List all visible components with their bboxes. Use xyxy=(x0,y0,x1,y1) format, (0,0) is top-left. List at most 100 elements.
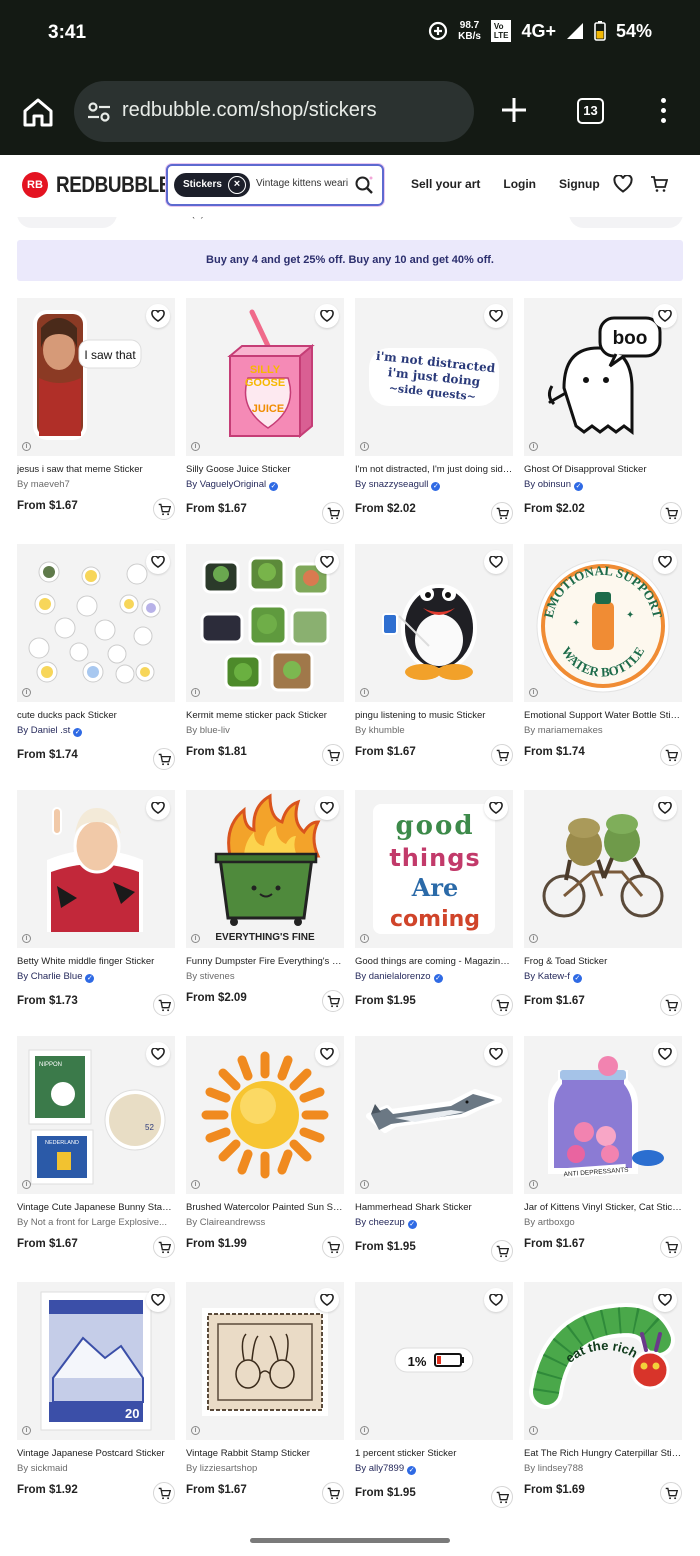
product-artist[interactable]: By lindsey788 xyxy=(524,1463,682,1474)
product-artist[interactable]: By ally7899 ✓ xyxy=(355,1463,513,1475)
product-artist[interactable]: By Not a front for Large Explosive... xyxy=(17,1217,175,1228)
product-title[interactable]: Eat The Rich Hungry Caterpillar Sticker xyxy=(524,1448,682,1459)
add-to-cart-button[interactable] xyxy=(153,1482,175,1504)
favorite-heart-icon[interactable] xyxy=(653,1288,677,1312)
add-to-cart-button[interactable] xyxy=(322,1236,344,1258)
favorite-heart-icon[interactable] xyxy=(315,796,339,820)
product-title[interactable]: Ghost Of Disapproval Sticker xyxy=(524,464,682,475)
add-to-cart-button[interactable] xyxy=(660,502,682,524)
product-image[interactable]: SILLY GOOSE JUICE i xyxy=(186,298,344,456)
product-title[interactable]: 1 percent sticker Sticker xyxy=(355,1448,513,1459)
search-input[interactable]: Vintage kittens weari xyxy=(256,178,351,189)
info-icon[interactable]: i xyxy=(529,688,538,697)
add-to-cart-button[interactable] xyxy=(660,744,682,766)
favorite-heart-icon[interactable] xyxy=(146,1288,170,1312)
product-card[interactable]: i Frog & Toad Sticker By Katew-f ✓ From $… xyxy=(524,790,682,1036)
product-artist[interactable]: By blue-liv xyxy=(186,725,344,736)
product-artist[interactable]: By snazzyseagull ✓ xyxy=(355,479,513,491)
product-image[interactable]: boo i xyxy=(524,298,682,456)
add-to-cart-button[interactable] xyxy=(660,994,682,1016)
product-image[interactable]: EVERYTHING'S FINE i xyxy=(186,790,344,948)
search-box[interactable]: Stickers × Vintage kittens weari xyxy=(166,164,384,206)
product-card[interactable]: i cute ducks pack Sticker By Daniel .st ✓… xyxy=(17,544,175,790)
favorite-heart-icon[interactable] xyxy=(146,796,170,820)
product-image[interactable]: i xyxy=(186,1282,344,1440)
address-bar[interactable]: redbubble.com/shop/stickers xyxy=(74,81,474,142)
favorite-heart-icon[interactable] xyxy=(315,1042,339,1066)
favorite-heart-icon[interactable] xyxy=(484,1042,508,1066)
home-icon[interactable] xyxy=(18,92,58,132)
info-icon[interactable]: i xyxy=(22,1180,31,1189)
search-category-chip[interactable]: Stickers × xyxy=(174,173,250,197)
product-title[interactable]: Funny Dumpster Fire Everything's Fine St… xyxy=(186,956,344,967)
product-image[interactable]: i xyxy=(17,544,175,702)
site-settings-icon[interactable] xyxy=(86,99,112,125)
redbubble-logo[interactable]: RB REDBUBBLE xyxy=(22,172,190,198)
product-title[interactable]: Kermit meme sticker pack Sticker xyxy=(186,710,344,721)
product-card[interactable]: NIPPON 52 NEDERLAND i Vintage Cute Japan… xyxy=(17,1036,175,1282)
product-card[interactable]: i pingu listening to music Sticker By kh… xyxy=(355,544,513,790)
product-title[interactable]: Emotional Support Water Bottle Sticker xyxy=(524,710,682,721)
product-title[interactable]: Vintage Japanese Postcard Sticker xyxy=(17,1448,175,1459)
sort-dropdown[interactable]: Most Relevant xyxy=(569,217,683,228)
product-card[interactable]: EMOTIONAL SUPPORT WATER BOTTLE ✦ ✦ i Emot… xyxy=(524,544,682,790)
product-title[interactable]: Frog & Toad Sticker xyxy=(524,956,682,967)
product-card[interactable]: 20 i Vintage Japanese Postcard Sticker B… xyxy=(17,1282,175,1528)
gesture-home-bar[interactable] xyxy=(250,1538,450,1543)
info-icon[interactable]: i xyxy=(22,688,31,697)
tab-switcher-button[interactable]: 13 xyxy=(577,98,604,124)
product-title[interactable]: Silly Goose Juice Sticker xyxy=(186,464,344,475)
product-title[interactable]: pingu listening to music Sticker xyxy=(355,710,513,721)
product-card[interactable]: SILLY GOOSE JUICE i Silly Goose Juice St… xyxy=(186,298,344,544)
favorite-heart-icon[interactable] xyxy=(653,1042,677,1066)
signup-link[interactable]: Signup xyxy=(559,177,600,191)
add-to-cart-button[interactable] xyxy=(153,1236,175,1258)
info-icon[interactable]: i xyxy=(191,1180,200,1189)
product-artist[interactable]: By Claireandrewss xyxy=(186,1217,344,1228)
favorite-heart-icon[interactable] xyxy=(315,550,339,574)
filters-button[interactable]: Filters (2) xyxy=(130,217,240,228)
add-to-cart-button[interactable] xyxy=(153,498,175,520)
all-stickers-button[interactable]: All Stickers xyxy=(17,217,117,228)
product-artist[interactable]: By mariamemakes xyxy=(524,725,682,736)
product-card[interactable]: i Betty White middle finger Sticker By C… xyxy=(17,790,175,1036)
info-icon[interactable]: i xyxy=(360,1180,369,1189)
product-title[interactable]: jesus i saw that meme Sticker xyxy=(17,464,175,475)
product-image[interactable]: i xyxy=(355,1036,513,1194)
product-card[interactable]: i Kermit meme sticker pack Sticker By bl… xyxy=(186,544,344,790)
add-to-cart-button[interactable] xyxy=(660,1482,682,1504)
info-icon[interactable]: i xyxy=(191,934,200,943)
product-card[interactable]: i Brushed Watercolor Painted Sun Sticker… xyxy=(186,1036,344,1282)
product-card[interactable]: i Hammerhead Shark Sticker By cheezup ✓ F… xyxy=(355,1036,513,1282)
product-artist[interactable]: By Charlie Blue ✓ xyxy=(17,971,175,983)
product-image[interactable]: i xyxy=(186,1036,344,1194)
product-image[interactable]: i xyxy=(17,790,175,948)
sell-your-art-link[interactable]: Sell your art xyxy=(411,177,480,191)
info-icon[interactable]: i xyxy=(360,442,369,451)
favorite-heart-icon[interactable] xyxy=(653,304,677,328)
favorite-heart-icon[interactable] xyxy=(315,304,339,328)
product-artist[interactable]: By stivenes xyxy=(186,971,344,982)
info-icon[interactable]: i xyxy=(360,688,369,697)
product-artist[interactable]: By danielalorenzo ✓ xyxy=(355,971,513,983)
search-icon[interactable] xyxy=(354,175,374,195)
favorite-heart-icon[interactable] xyxy=(315,1288,339,1312)
url-text[interactable]: redbubble.com/shop/stickers xyxy=(122,99,377,122)
product-image[interactable]: 1% i xyxy=(355,1282,513,1440)
product-card[interactable]: i Vintage Rabbit Stamp Sticker By lizzie… xyxy=(186,1282,344,1528)
add-to-cart-button[interactable] xyxy=(491,1240,513,1262)
add-to-cart-button[interactable] xyxy=(322,744,344,766)
product-artist[interactable]: By obinsun ✓ xyxy=(524,479,682,491)
login-link[interactable]: Login xyxy=(503,177,536,191)
product-card[interactable]: boo i Ghost Of Disapproval Sticker By ob… xyxy=(524,298,682,544)
product-card[interactable]: I saw that i jesus i saw that meme Stick… xyxy=(17,298,175,544)
info-icon[interactable]: i xyxy=(22,1426,31,1435)
product-artist[interactable]: By artboxgo xyxy=(524,1217,682,1228)
favorite-heart-icon[interactable] xyxy=(484,550,508,574)
info-icon[interactable]: i xyxy=(360,1426,369,1435)
favorite-heart-icon[interactable] xyxy=(484,796,508,820)
product-card[interactable]: EVERYTHING'S FINE i Funny Dumpster Fire … xyxy=(186,790,344,1036)
product-artist[interactable]: By maeveh7 xyxy=(17,479,175,490)
product-image[interactable]: 20 i xyxy=(17,1282,175,1440)
product-artist[interactable]: By VaguelyOriginal ✓ xyxy=(186,479,344,491)
